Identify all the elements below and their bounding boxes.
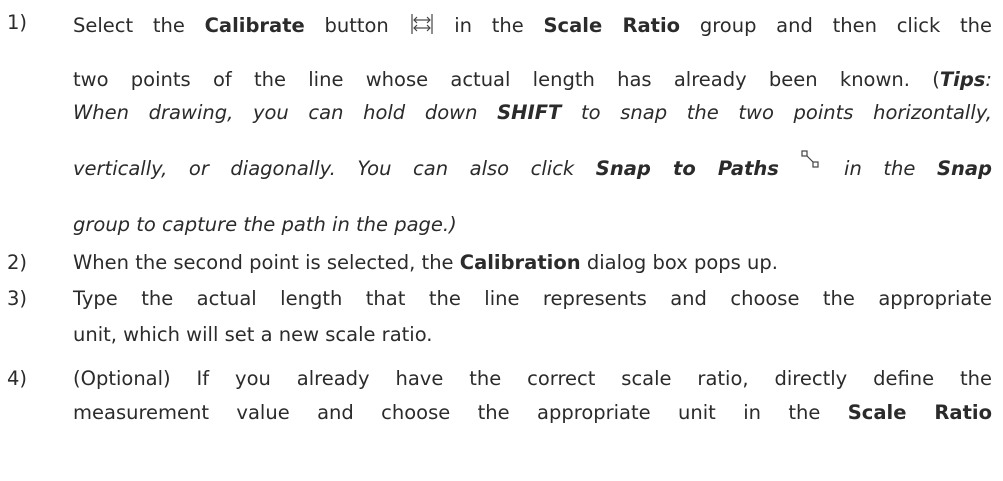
step-3-line-1: Type the actual length that the line rep…	[73, 287, 992, 310]
scale-ratio-label: Scale Ratio	[847, 401, 992, 424]
scale-ratio-label: Scale Ratio	[543, 14, 681, 37]
step-1-line-5: group to capture the path in the page.)	[73, 213, 457, 236]
step-4-line-1: (Optional) If you already have the corre…	[73, 367, 992, 390]
step-3-line-2: unit, which will set a new scale ratio.	[73, 323, 433, 346]
shift-key-label: SHIFT	[497, 101, 562, 124]
step-number: 2)	[7, 251, 28, 274]
step-2-line-1: When the second point is selected, the C…	[73, 251, 778, 274]
step-4-line-2: measurement value and choose the appropr…	[73, 401, 992, 424]
step-number: 3)	[7, 287, 28, 310]
tips-label: Tips	[939, 68, 986, 91]
step-1-line-4: vertically, or diagonally. You can also …	[73, 150, 993, 180]
step-number: 1)	[7, 11, 28, 34]
step-1-line-3: When drawing, you can hold down SHIFT to…	[73, 101, 992, 124]
snap-to-paths-label: Snap to Paths	[595, 157, 779, 180]
step-1-line-1: Select the Calibrate button in the Scale…	[73, 11, 992, 42]
calibration-label: Calibration	[459, 251, 581, 274]
calibrate-icon	[409, 11, 435, 42]
step-1-line-2: two points of the line whose actual leng…	[73, 68, 992, 91]
snap-to-paths-icon	[800, 149, 822, 176]
snap-group-label: Snap	[936, 157, 993, 180]
step-number: 4)	[7, 367, 28, 390]
calibrate-label: Calibrate	[204, 14, 305, 37]
